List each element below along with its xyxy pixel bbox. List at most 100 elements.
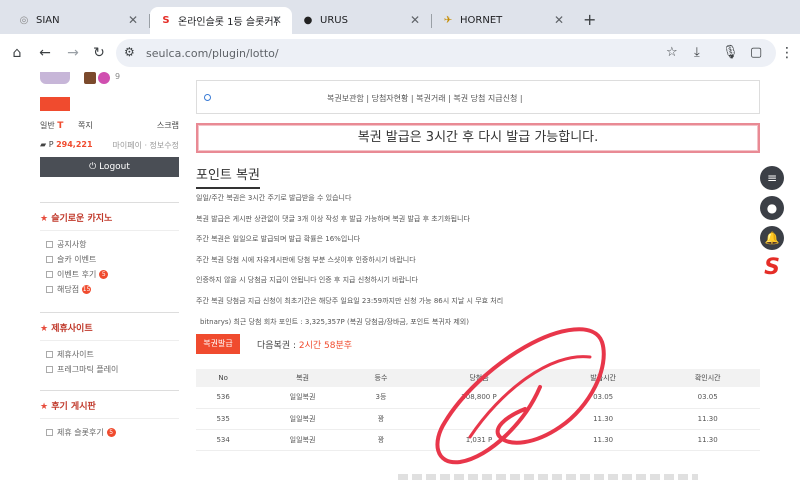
account-links[interactable]: 마이페이 · 정보수정: [112, 140, 179, 151]
section-title: 후기 게시판: [51, 402, 96, 412]
footer-text-blur: [398, 474, 698, 480]
checkbox-icon: [46, 271, 53, 278]
more-menu-icon[interactable]: ⋮: [778, 44, 796, 62]
table-cell: 3등: [354, 387, 408, 409]
col-header: 확인시간: [655, 369, 760, 387]
sidebar-item-label: 제휴 슬롯후기: [57, 428, 104, 437]
sidebar-section-casino: ★ 슬기로운 카지노 공지사항 슬카 이벤트 이벤트 후기 5 해당점 15: [40, 202, 179, 297]
table-row[interactable]: 535 일일복권 꽝 11.30 11.30: [196, 408, 760, 430]
points-label: P: [48, 140, 54, 149]
next-issue-value: 2시간 58분후: [298, 341, 353, 351]
site-settings-icon[interactable]: ⚙: [124, 45, 135, 59]
col-header: 복권: [250, 369, 355, 387]
sidebar-item-label: 제휴사이트: [57, 350, 94, 359]
next-issue-label: 다음복권 :: [257, 341, 297, 351]
col-header: No: [196, 369, 251, 387]
avatar[interactable]: [40, 72, 70, 84]
sidebar-section-partners: ★ 제휴사이트 제휴사이트 프레그마틱 플레이: [40, 312, 179, 377]
sidebar-item-event-review[interactable]: 이벤트 후기 5: [40, 267, 179, 282]
points-value: 294,221: [56, 140, 93, 149]
rule-line: 주간 복권은 일일으로 발급되며 발급 확률은 16%입니다: [196, 235, 361, 243]
tab-hornet[interactable]: ✈ HORNET ✕: [432, 7, 574, 34]
new-tab-icon[interactable]: +: [583, 12, 596, 28]
table-row[interactable]: 536 일일복권 3등 208,800 P 03.05 03.05: [196, 387, 760, 409]
issue-lottery-button[interactable]: 복권발급: [196, 334, 240, 354]
section-header: ★ 후기 게시판: [40, 391, 179, 419]
checkbox-icon: [46, 366, 53, 373]
rule-line: 인증하지 않을 시 당첨금 지급이 안됩니다 인증 후 지급 신청하시기 바랍니…: [196, 276, 418, 284]
level-value: T: [57, 121, 64, 131]
hornet-icon: ✈: [443, 15, 453, 26]
sidebar-item-event[interactable]: 슬카 이벤트: [40, 252, 179, 267]
url-text: seulca.com/plugin/lotto/: [146, 47, 279, 60]
back-icon[interactable]: ←: [36, 44, 54, 62]
download-icon[interactable]: ⤓: [694, 45, 700, 60]
tab-switcher-icon[interactable]: ▢: [750, 45, 762, 60]
sidebar-item-label: 해당점: [57, 285, 80, 294]
table-cell: 208,800 P: [407, 387, 551, 409]
menu-icon[interactable]: ≡: [760, 166, 784, 190]
power-icon: ⏻: [89, 162, 97, 172]
tab-sian[interactable]: ◎ SIAN ✕: [8, 7, 148, 34]
tab-title: 온라인슬롯 1등 슬롯커뮤니티 ·: [178, 17, 278, 28]
table-cell: 03.05: [550, 387, 656, 409]
rules-list: 일일/주간 복권은 3시간 주기로 발급받을 수 있습니다 복권 발급은 게시판…: [196, 194, 760, 317]
memo-link[interactable]: 쪽지: [78, 121, 93, 130]
address-bar[interactable]: ⚙ seulca.com/plugin/lotto/ ☆ ⤓ 🎙 ▢: [116, 39, 776, 67]
close-icon[interactable]: ✕: [272, 13, 282, 27]
table-cell: [407, 408, 551, 430]
count-badge: 5: [106, 428, 116, 437]
bookmark-star-icon[interactable]: ☆: [666, 45, 678, 60]
points-icon: ▰: [40, 140, 47, 149]
subnav-links[interactable]: 복권보관함 | 당첨자현황 | 복권거래 | 복권 당첨 지급신청 |: [327, 93, 523, 104]
sidebar-item-notice[interactable]: 공지사항: [40, 237, 179, 252]
close-icon[interactable]: ✕: [554, 13, 564, 27]
tab-strip: ◎ SIAN ✕ S 온라인슬롯 1등 슬롯커뮤니티 · ✕ ● URUS ✕ …: [0, 0, 800, 34]
bell-icon[interactable]: 🔔: [760, 226, 784, 250]
table-cell: 11.30: [550, 408, 656, 430]
reload-icon[interactable]: ↻: [90, 44, 108, 62]
table-cell: 꽝: [354, 429, 408, 451]
s-logo-icon: S: [162, 15, 170, 26]
sidebar-item-label: 공지사항: [57, 240, 87, 249]
section-header: ★ 슬기로운 카지노: [40, 203, 179, 231]
table-cell: 11.30: [655, 408, 760, 430]
tab-title: HORNET: [460, 15, 503, 26]
count-badge: 5: [99, 270, 109, 279]
sidebar-item-pragmatic[interactable]: 프레그마틱 플레이: [40, 362, 179, 377]
logout-label: Logout: [99, 162, 130, 172]
section-title: 제휴사이트: [51, 324, 93, 334]
table-cell: 536: [196, 387, 251, 409]
close-icon[interactable]: ✕: [410, 13, 420, 27]
table-cell: 일일복권: [250, 387, 355, 409]
member-stats: 일반 T 쪽지 스크랩: [40, 120, 179, 131]
table-row[interactable]: 534 일일복권 꽝 1,031 P 11.30 11.30: [196, 429, 760, 451]
profile-icon: [98, 72, 110, 84]
tab-seulca[interactable]: S 온라인슬롯 1등 슬롯커뮤니티 · ✕: [150, 7, 292, 34]
dark-circle-icon: ●: [303, 15, 313, 26]
microphone-icon[interactable]: 🎙: [722, 45, 739, 60]
sidebar-item-slot-review[interactable]: 제휴 슬롯후기 5: [40, 425, 179, 440]
sidebar-item-jackpot[interactable]: 해당점 15: [40, 282, 179, 297]
section-title: 슬기로운 카지노: [51, 214, 113, 224]
checkbox-icon: [46, 256, 53, 263]
col-header: 당첨금: [407, 369, 551, 387]
star-icon: ★: [40, 402, 49, 412]
tab-urus[interactable]: ● URUS ✕: [292, 7, 430, 34]
forward-icon[interactable]: →: [64, 44, 82, 62]
star-icon: ★: [40, 214, 49, 224]
sidebar-item-partner-sites[interactable]: 제휴사이트: [40, 347, 179, 362]
radio-dot-icon: [204, 94, 211, 101]
scrap-link[interactable]: 스크랩: [157, 120, 179, 131]
table-cell: 일일복권: [250, 429, 355, 451]
home-icon[interactable]: ⌂: [8, 44, 26, 62]
s-logo-icon[interactable]: S: [760, 256, 784, 280]
recent-winner-info: bitnarys) 최근 당첨 회차 포인트 : 3,325,357P (복권 …: [200, 318, 469, 326]
page-title: 포인트 복권: [196, 164, 260, 189]
lotto-subnav: 복권보관함 | 당첨자현황 | 복권거래 | 복권 당첨 지급신청 |: [196, 80, 760, 114]
close-icon[interactable]: ✕: [128, 13, 138, 27]
logout-button[interactable]: ⏻ Logout: [40, 157, 179, 177]
rule-line: 주간 복권 당첨 시에 자유게시판에 당첨 부분 스샷이후 인증하시기 바랍니다: [196, 255, 416, 264]
user-icon[interactable]: ●: [760, 196, 784, 220]
count-badge: 15: [82, 285, 92, 294]
